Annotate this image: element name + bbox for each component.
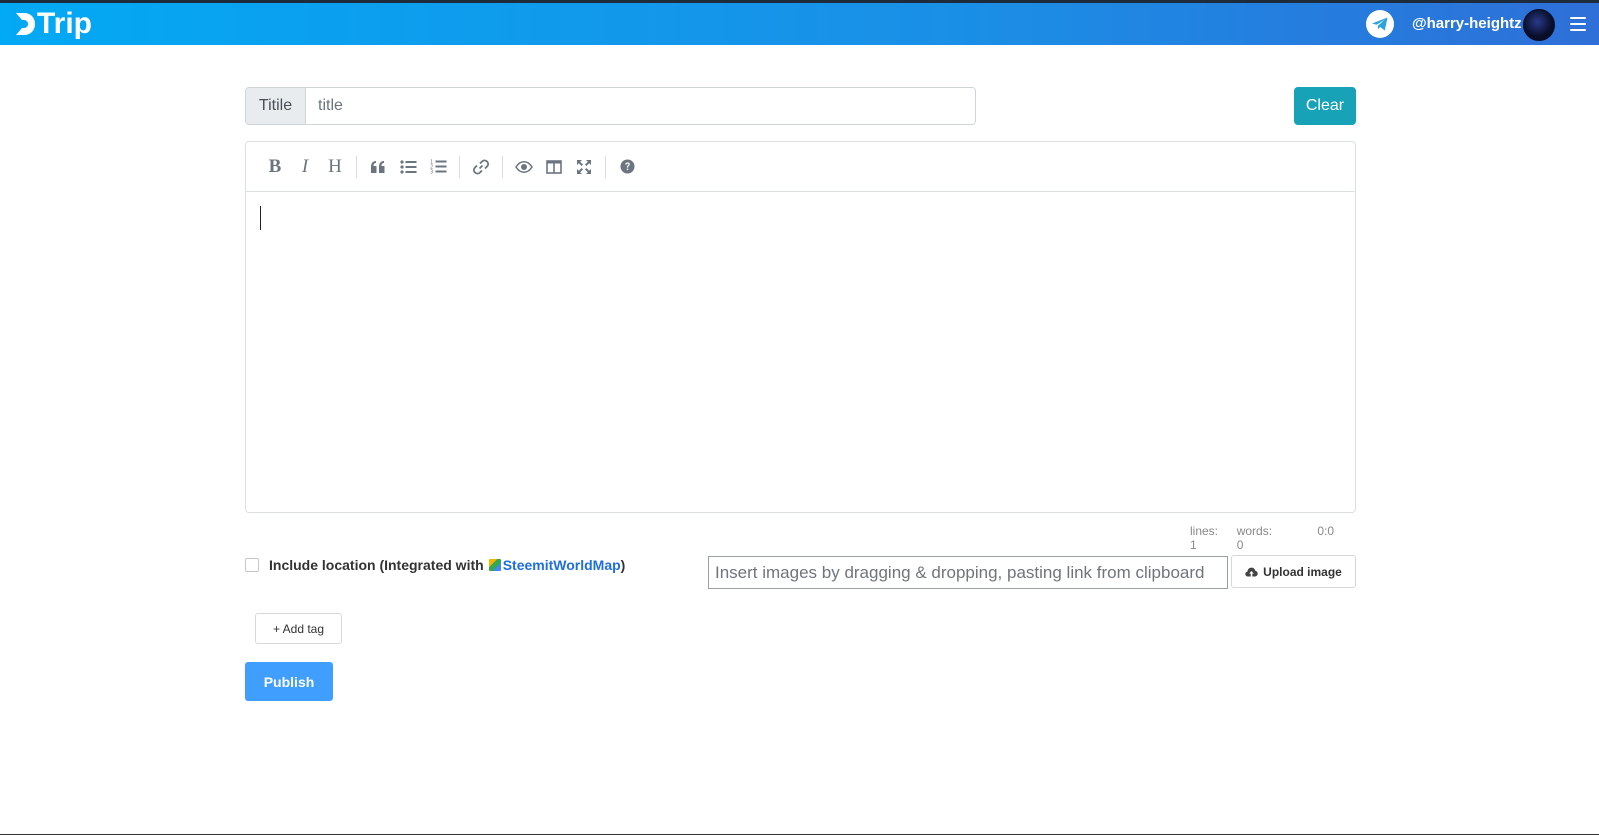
status-words: words: 0: [1236, 524, 1273, 552]
toolbar-separator: [356, 155, 357, 178]
editor-statusbar: lines: 1 words: 0 0:0: [1190, 524, 1350, 552]
map-icon: [488, 559, 501, 571]
add-tag-button[interactable]: + Add tag: [255, 613, 342, 644]
logo-text: Trip: [37, 7, 93, 40]
location-suffix: ): [620, 557, 626, 573]
hamburger-line: [1570, 23, 1586, 25]
clear-button[interactable]: Clear: [1294, 87, 1356, 125]
help-question-icon[interactable]: [612, 152, 642, 182]
text-caret: [260, 206, 261, 230]
hamburger-line: [1570, 17, 1586, 19]
telegram-icon[interactable]: [1366, 10, 1394, 38]
hamburger-line: [1570, 29, 1586, 31]
logo[interactable]: Trip: [14, 7, 92, 41]
title-input[interactable]: [306, 88, 975, 124]
telegram-plane-icon: [1372, 17, 1388, 31]
location-option: Include location (Integrated with Steemi…: [245, 557, 625, 573]
quote-icon[interactable]: [363, 152, 393, 182]
title-label: Titile: [246, 88, 306, 124]
publish-button[interactable]: Publish: [245, 662, 333, 701]
status-cursor: 0:0: [1317, 524, 1334, 538]
hamburger-icon[interactable]: [1570, 17, 1586, 31]
toolbar-separator: [502, 155, 503, 178]
editor-toolbar: B I H 123: [246, 142, 1355, 192]
toolbar-separator: [605, 155, 606, 178]
location-checkbox[interactable]: [245, 558, 259, 572]
toolbar-separator: [459, 155, 460, 178]
upload-image-button[interactable]: Upload image: [1231, 555, 1356, 588]
location-label: Include location (Integrated with: [269, 557, 484, 573]
avatar[interactable]: [1523, 9, 1555, 41]
ordered-list-icon[interactable]: 123: [423, 152, 453, 182]
unordered-list-icon[interactable]: [393, 152, 423, 182]
heading-button[interactable]: H: [320, 152, 350, 182]
fullscreen-icon[interactable]: [569, 152, 599, 182]
italic-button[interactable]: I: [290, 152, 320, 182]
status-lines: lines: 1: [1190, 524, 1219, 552]
dtrip-d-logo-icon: [16, 13, 35, 35]
link-icon[interactable]: [466, 152, 496, 182]
markdown-editor: B I H 123: [245, 141, 1356, 513]
username[interactable]: @harry-heightz: [1412, 15, 1522, 32]
upload-image-label: Upload image: [1263, 564, 1342, 579]
steemitworldmap-link[interactable]: SteemitWorldMap: [503, 557, 621, 573]
cloud-upload-icon: [1245, 567, 1258, 576]
editor-content-area[interactable]: [246, 192, 1355, 512]
title-input-group: Titile: [245, 87, 976, 125]
navbar: Trip @harry-heightz: [0, 3, 1599, 45]
svg-text:3: 3: [430, 170, 433, 175]
bold-button[interactable]: B: [260, 152, 290, 182]
side-by-side-icon[interactable]: [539, 152, 569, 182]
image-link-input[interactable]: [708, 556, 1228, 589]
preview-eye-icon[interactable]: [509, 152, 539, 182]
